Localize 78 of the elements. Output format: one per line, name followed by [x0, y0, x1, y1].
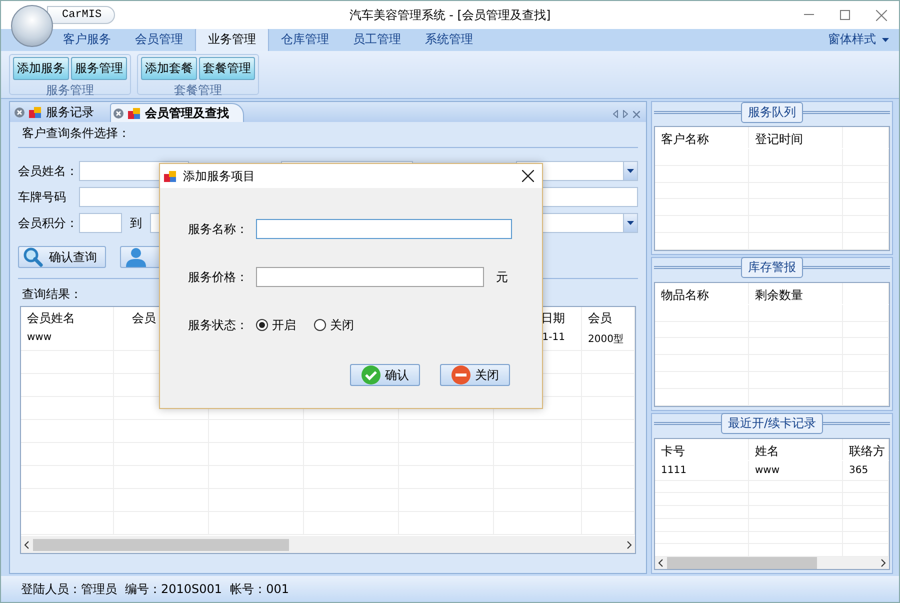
- radio-option[interactable]: 开启: [256, 316, 296, 334]
- table-cell: 1111: [655, 460, 749, 480]
- unit-label: 元: [496, 268, 508, 286]
- group-title: 服务管理: [46, 82, 94, 99]
- ribbon-tab[interactable]: 客户服务: [51, 28, 123, 51]
- ribbon-tab[interactable]: 业务管理: [195, 27, 269, 51]
- query-button[interactable]: 确认查询: [18, 246, 106, 268]
- column-header: 姓名: [749, 438, 843, 460]
- minimize-icon[interactable]: [804, 14, 814, 16]
- table-cell: 2000型: [582, 329, 635, 350]
- ribbon-tab[interactable]: 仓库管理: [269, 28, 341, 51]
- ribbon-button[interactable]: 服务管理: [71, 57, 127, 80]
- maximize-icon[interactable]: [840, 10, 850, 20]
- radio-button[interactable]: [256, 319, 268, 331]
- field-label: 服务名称：: [188, 220, 249, 238]
- field-label: 服务价格：: [188, 268, 249, 286]
- radio-option[interactable]: 关闭: [314, 316, 354, 334]
- person-icon: [125, 247, 147, 267]
- window-icon: [128, 106, 141, 120]
- input-field[interactable]: [79, 213, 122, 233]
- dialog-title: 添加服务项目: [183, 168, 255, 184]
- horizontal-scrollbar[interactable]: [21, 536, 635, 553]
- close-icon[interactable]: [522, 170, 534, 182]
- table-cell: www: [749, 460, 843, 480]
- panel-title: 库存警报: [741, 257, 803, 278]
- dropdown-arrow-icon: [627, 221, 634, 225]
- minus-icon: [451, 365, 471, 385]
- window-icon: [29, 106, 42, 119]
- search-icon: [23, 247, 43, 267]
- field-label: 车牌号码: [18, 188, 67, 206]
- scroll-right-icon[interactable]: [627, 540, 632, 548]
- panel-title: 服务队列: [741, 102, 803, 122]
- dialog-button[interactable]: 关闭: [440, 364, 510, 386]
- document-tab[interactable]: 服务记录: [12, 103, 108, 122]
- group-title: 套餐管理: [174, 82, 222, 99]
- next-tab-icon[interactable]: [623, 110, 628, 118]
- column-header: 联络方: [843, 438, 889, 460]
- ribbon-tab[interactable]: 系统管理: [413, 28, 485, 51]
- ribbon-button[interactable]: 添加服务: [13, 57, 69, 80]
- range-label: 到: [130, 214, 143, 232]
- input-field[interactable]: [256, 219, 512, 239]
- scroll-left-icon[interactable]: [658, 559, 663, 568]
- table-cell: 365: [843, 460, 889, 480]
- column-header: 会员姓名: [21, 307, 114, 330]
- column-header: 剩余数量: [749, 282, 843, 304]
- field-label: 会员姓名：: [18, 162, 79, 180]
- window-icon: [164, 170, 177, 182]
- field-label: 会员积分：: [18, 214, 79, 232]
- table-cell: www: [21, 329, 114, 350]
- ribbon-button[interactable]: 套餐管理: [199, 57, 255, 80]
- status-text: 编号：2010S001: [125, 580, 222, 598]
- radio-button[interactable]: [314, 319, 326, 331]
- column-header: 客户名称: [655, 127, 749, 148]
- previous-tab-icon[interactable]: [613, 110, 618, 118]
- ribbon-button[interactable]: 添加套餐: [141, 57, 197, 80]
- panel-title: 最近开/续卡记录: [720, 413, 824, 434]
- window-title: 汽车美容管理系统 - [会员管理及查找]: [349, 6, 551, 24]
- check-icon: [361, 365, 381, 385]
- scroll-right-icon[interactable]: [881, 559, 886, 568]
- status-text: 登陆人员：管理员: [21, 580, 117, 598]
- style-menu[interactable]: 窗体样式: [828, 31, 889, 51]
- column-header: 会员: [582, 307, 635, 330]
- section-title: 查询结果：: [21, 286, 83, 303]
- status-text: 帐号：001: [230, 580, 289, 598]
- column-header: 卡号: [655, 438, 749, 460]
- section-title: 客户查询条件选择：: [21, 125, 131, 142]
- horizontal-scrollbar[interactable]: [655, 557, 889, 570]
- ribbon-tab[interactable]: 会员管理: [123, 28, 195, 51]
- ribbon-tab[interactable]: 员工管理: [341, 28, 413, 51]
- document-tab[interactable]: 会员管理及查找: [110, 103, 244, 122]
- app-label: CarMIS: [47, 6, 115, 24]
- dropdown-arrow-icon: [627, 169, 634, 173]
- dropdown-arrow-icon: [882, 38, 889, 42]
- column-header: 登记时间: [749, 127, 843, 148]
- dialog-button[interactable]: 确认: [350, 364, 420, 386]
- column-header: 物品名称: [655, 282, 749, 304]
- input-field[interactable]: [256, 267, 484, 287]
- scroll-left-icon[interactable]: [24, 540, 29, 548]
